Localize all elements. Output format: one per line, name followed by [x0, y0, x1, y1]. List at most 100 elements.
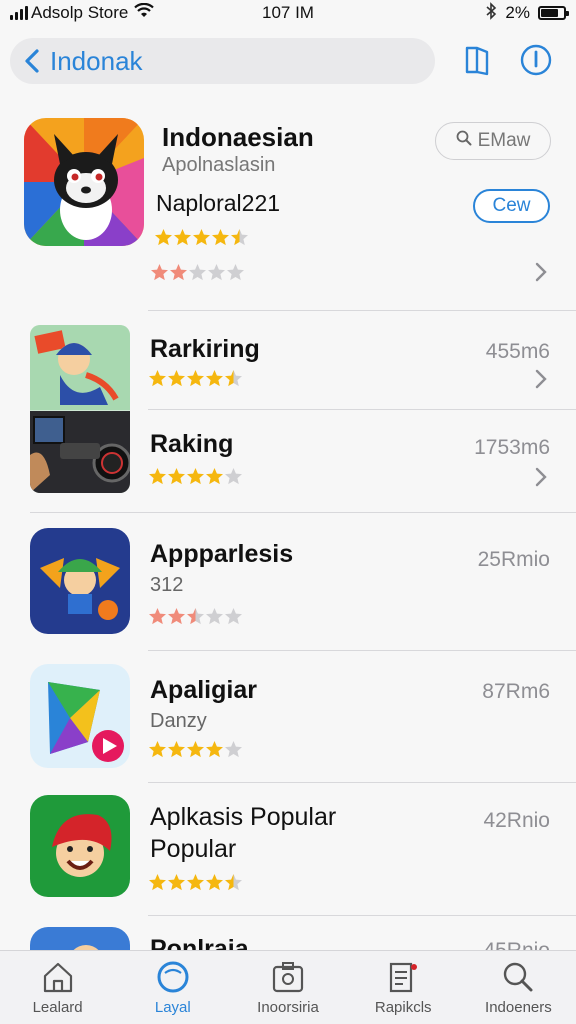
chevron-right-icon[interactable]: [534, 466, 548, 493]
app-title[interactable]: Rarkiring: [150, 335, 260, 364]
star-icon: [225, 608, 242, 625]
app-subtitle: 312: [150, 574, 184, 596]
featured-rating-secondary: [150, 263, 245, 287]
app-title[interactable]: Aplkasis Popular: [150, 803, 336, 832]
app-subtitle: Danzy: [150, 710, 207, 732]
tab-inoorsiria[interactable]: Inoorsiria: [230, 951, 345, 1024]
star-icon: [225, 370, 242, 387]
divider: [148, 915, 576, 916]
featured-rating-primary: [154, 228, 249, 252]
app-subtitle: Popular: [150, 835, 237, 863]
carrier-label: Adsolp Store: [31, 3, 129, 22]
star-icon: [206, 874, 223, 891]
info-icon[interactable]: [519, 42, 553, 78]
bluetooth-icon: [485, 1, 497, 25]
status-bar: Adsolp Store 107 IM 2%: [0, 0, 576, 26]
tab-label: Indoeners: [485, 999, 552, 1016]
app-size: 87Rm6: [482, 680, 550, 703]
star-icon: [149, 468, 166, 485]
list-item[interactable]: Apaligiar Danzy 87Rm6: [0, 664, 576, 782]
tab-bar: Lealard Layal Inoorsiria Rapikcls Indoen…: [0, 950, 576, 1024]
star-icon: [149, 608, 166, 625]
list-item[interactable]: Rarkiring 455m6: [0, 325, 576, 410]
battery-icon: [538, 6, 569, 20]
app-title[interactable]: Appparlesis: [150, 540, 293, 569]
chevron-right-icon[interactable]: [534, 261, 548, 288]
nav-search-pill[interactable]: Indonak: [10, 38, 435, 84]
app-title[interactable]: Raking: [150, 430, 233, 459]
document-icon: [385, 959, 421, 995]
star-icon: [187, 468, 204, 485]
star-icon: [149, 741, 166, 758]
star-icon: [231, 229, 248, 246]
featured-app-developer: Naploral221: [156, 190, 281, 216]
star-icon: [149, 370, 166, 387]
featured-search-button[interactable]: EMaw: [435, 122, 551, 160]
star-icon: [225, 468, 242, 485]
signal-icon: [10, 6, 28, 20]
list-item[interactable]: Appparlesis 312 25Rmio: [0, 528, 576, 648]
star-icon: [193, 229, 210, 246]
star-icon: [206, 608, 223, 625]
nav-title: Indonak: [50, 45, 143, 76]
star-icon: [168, 468, 185, 485]
featured-app[interactable]: Indonaesian Apolnaslasin Naploral221 EMa…: [0, 108, 576, 308]
divider: [148, 782, 576, 783]
star-icon: [208, 264, 225, 281]
star-icon: [151, 264, 168, 281]
wifi-icon: [134, 2, 155, 23]
app-title[interactable]: Apaligiar: [150, 676, 257, 705]
list-item[interactable]: Raking 1753m6: [0, 410, 576, 510]
app-size: 455m6: [485, 340, 550, 363]
nav-bar: Indonak: [0, 38, 576, 84]
star-icon: [189, 264, 206, 281]
star-icon: [187, 874, 204, 891]
battery-percent: 2%: [505, 3, 530, 22]
book-icon[interactable]: [461, 42, 495, 78]
featured-app-title[interactable]: Indonaesian: [162, 122, 314, 153]
app-size: 25Rmio: [477, 548, 550, 571]
search-icon: [456, 130, 472, 152]
games-icon: [270, 959, 306, 995]
home-icon: [40, 959, 76, 995]
app-rating: [148, 740, 243, 764]
star-icon: [187, 370, 204, 387]
tab-label: Inoorsiria: [257, 999, 319, 1016]
featured-search-label: EMaw: [477, 130, 531, 151]
chevron-right-icon[interactable]: [534, 368, 548, 395]
app-rating: [148, 607, 243, 631]
star-icon: [170, 264, 187, 281]
star-icon: [155, 229, 172, 246]
star-icon: [227, 264, 244, 281]
star-icon: [206, 741, 223, 758]
tab-indoeners[interactable]: Indoeners: [461, 951, 576, 1024]
star-icon: [168, 874, 185, 891]
divider: [148, 310, 576, 311]
star-icon: [168, 608, 185, 625]
divider: [148, 650, 576, 651]
star-icon: [149, 874, 166, 891]
star-icon: [187, 608, 204, 625]
tab-label: Layal: [154, 999, 191, 1016]
featured-app-subtitle: Apolnaslasin: [162, 154, 276, 176]
featured-app-icon[interactable]: [24, 118, 144, 246]
star-icon: [206, 370, 223, 387]
app-size: 42Rnio: [483, 809, 550, 832]
tab-label: Lealard: [32, 999, 83, 1016]
tab-lealard[interactable]: Lealard: [0, 951, 115, 1024]
app-size: 1753m6: [474, 436, 550, 459]
star-icon: [225, 874, 242, 891]
star-icon: [187, 741, 204, 758]
get-button[interactable]: Cew: [473, 189, 550, 223]
tab-layal[interactable]: Layal: [115, 951, 230, 1024]
list-item[interactable]: Aplkasis Popular Popular 42Rnio: [0, 795, 576, 915]
star-icon: [168, 741, 185, 758]
star-icon: [206, 468, 223, 485]
star-icon: [168, 370, 185, 387]
star-icon: [212, 229, 229, 246]
chevron-left-icon[interactable]: [24, 47, 46, 75]
search-icon: [500, 959, 536, 995]
divider: [30, 512, 576, 513]
tab-rapikcls[interactable]: Rapikcls: [346, 951, 461, 1024]
app-rating: [148, 467, 243, 491]
